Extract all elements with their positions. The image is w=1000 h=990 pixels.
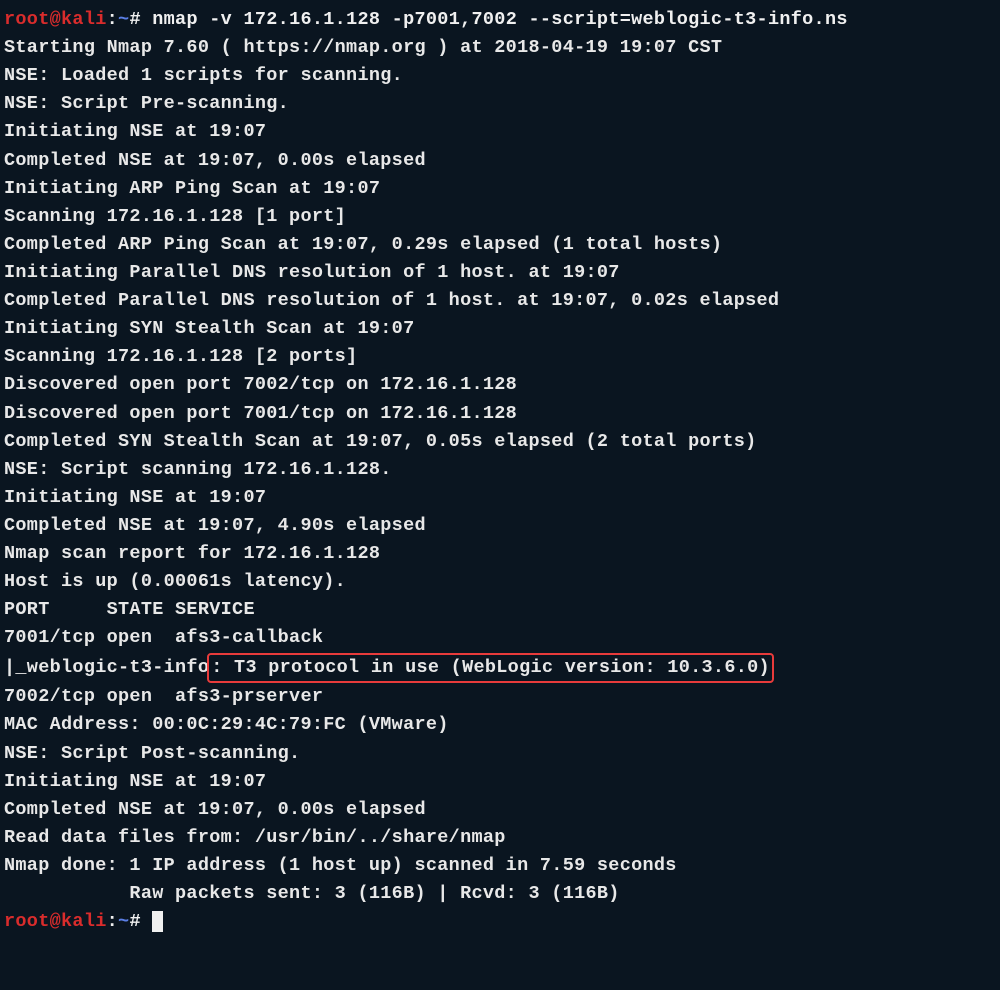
output-line: Initiating SYN Stealth Scan at 19:07 bbox=[4, 315, 996, 343]
output-line: Initiating NSE at 19:07 bbox=[4, 768, 996, 796]
prompt-line-1: root@kali:~# nmap -v 172.16.1.128 -p7001… bbox=[4, 6, 996, 34]
output-line: Discovered open port 7002/tcp on 172.16.… bbox=[4, 371, 996, 399]
weblogic-prefix: |_weblogic-t3-info bbox=[4, 657, 209, 678]
output-line: Initiating ARP Ping Scan at 19:07 bbox=[4, 175, 996, 203]
output-line: Completed NSE at 19:07, 0.00s elapsed bbox=[4, 796, 996, 824]
output-line: Host is up (0.00061s latency). bbox=[4, 568, 996, 596]
output-line: NSE: Script Pre-scanning. bbox=[4, 90, 996, 118]
prompt-sep1: : bbox=[107, 9, 118, 30]
terminal-cursor[interactable] bbox=[152, 911, 163, 932]
output-line: 7002/tcp open afs3-prserver bbox=[4, 683, 996, 711]
prompt-user: root@kali bbox=[4, 911, 107, 932]
weblogic-version-highlight: : T3 protocol in use (WebLogic version: … bbox=[207, 653, 774, 684]
output-line: Completed NSE at 19:07, 0.00s elapsed bbox=[4, 147, 996, 175]
output-line: MAC Address: 00:0C:29:4C:79:FC (VMware) bbox=[4, 711, 996, 739]
output-line: PORT STATE SERVICE bbox=[4, 596, 996, 624]
output-line: Initiating NSE at 19:07 bbox=[4, 118, 996, 146]
output-line: Scanning 172.16.1.128 [1 port] bbox=[4, 203, 996, 231]
output-line: Completed NSE at 19:07, 4.90s elapsed bbox=[4, 512, 996, 540]
prompt-sep1: : bbox=[107, 911, 118, 932]
output-line: Completed Parallel DNS resolution of 1 h… bbox=[4, 287, 996, 315]
output-line: Nmap scan report for 172.16.1.128 bbox=[4, 540, 996, 568]
prompt-sep2: # bbox=[129, 9, 140, 30]
prompt-sep2: # bbox=[129, 911, 140, 932]
prompt-line-2[interactable]: root@kali:~# bbox=[4, 908, 996, 936]
highlighted-line: |_weblogic-t3-info: T3 protocol in use (… bbox=[4, 653, 996, 684]
prompt-space bbox=[141, 911, 152, 932]
output-line: Read data files from: /usr/bin/../share/… bbox=[4, 824, 996, 852]
output-line: Initiating NSE at 19:07 bbox=[4, 484, 996, 512]
output-line: Initiating Parallel DNS resolution of 1 … bbox=[4, 259, 996, 287]
output-line: 7001/tcp open afs3-callback bbox=[4, 624, 996, 652]
prompt-path: ~ bbox=[118, 9, 129, 30]
command-text: nmap -v 172.16.1.128 -p7001,7002 --scrip… bbox=[141, 9, 848, 30]
prompt-user: root@kali bbox=[4, 9, 107, 30]
output-line: NSE: Loaded 1 scripts for scanning. bbox=[4, 62, 996, 90]
output-line: NSE: Script Post-scanning. bbox=[4, 740, 996, 768]
output-line: Scanning 172.16.1.128 [2 ports] bbox=[4, 343, 996, 371]
output-line: Completed ARP Ping Scan at 19:07, 0.29s … bbox=[4, 231, 996, 259]
prompt-path: ~ bbox=[118, 911, 129, 932]
output-line: Starting Nmap 7.60 ( https://nmap.org ) … bbox=[4, 34, 996, 62]
output-line: Discovered open port 7001/tcp on 172.16.… bbox=[4, 400, 996, 428]
output-line: Nmap done: 1 IP address (1 host up) scan… bbox=[4, 852, 996, 880]
output-line: Completed SYN Stealth Scan at 19:07, 0.0… bbox=[4, 428, 996, 456]
output-line: NSE: Script scanning 172.16.1.128. bbox=[4, 456, 996, 484]
output-line: Raw packets sent: 3 (116B) | Rcvd: 3 (11… bbox=[4, 880, 996, 908]
